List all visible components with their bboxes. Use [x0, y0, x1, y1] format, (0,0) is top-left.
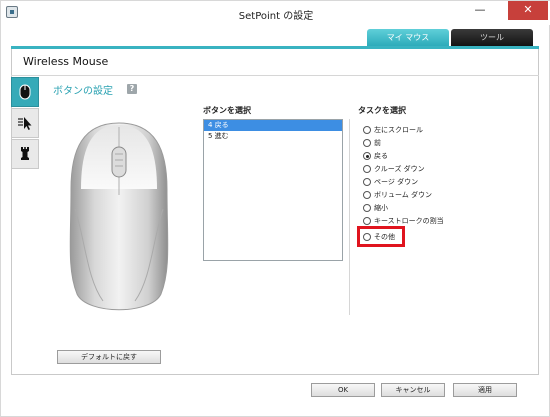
list-item-forward[interactable]: 5 進む: [204, 131, 342, 142]
title-bar[interactable]: SetPoint の設定 — ✕: [1, 1, 550, 25]
vtab-mouse-buttons[interactable]: [11, 77, 39, 107]
cancel-button[interactable]: キャンセル: [381, 383, 445, 397]
radio-icon[interactable]: [363, 139, 371, 147]
radio-icon[interactable]: [363, 165, 371, 173]
task-option-cruise-down[interactable]: クルーズ ダウン: [363, 163, 425, 175]
radio-checked-icon[interactable]: [363, 152, 371, 160]
task-option-volume-down[interactable]: ボリューム ダウン: [363, 189, 432, 201]
ok-button[interactable]: OK: [311, 383, 375, 397]
setpoint-window: SetPoint の設定 — ✕ マイ マウス ツール Wireless Mou…: [0, 0, 550, 417]
close-button[interactable]: ✕: [508, 1, 548, 20]
mouse-icon: [19, 84, 31, 100]
task-option-scroll-left[interactable]: 左にスクロール: [363, 124, 423, 136]
section-title: ボタンの設定: [53, 86, 113, 97]
task-option-back[interactable]: 戻る: [363, 150, 388, 162]
radio-icon[interactable]: [363, 204, 371, 212]
task-option-previous[interactable]: 前: [363, 137, 381, 149]
radio-icon[interactable]: [363, 126, 371, 134]
top-tab-strip: マイ マウス ツール: [11, 29, 541, 47]
tab-tools[interactable]: ツール: [451, 29, 533, 47]
tab-my-mouse[interactable]: マイ マウス: [367, 29, 449, 47]
button-select-list[interactable]: 4 戻る 5 進む: [203, 119, 343, 261]
device-separator: [11, 75, 539, 76]
help-icon[interactable]: ?: [127, 84, 137, 94]
task-option-page-down[interactable]: ページ ダウン: [363, 176, 418, 188]
radio-icon[interactable]: [363, 217, 371, 225]
pointer-speed-icon: [18, 117, 32, 130]
highlight-box: [357, 226, 405, 247]
task-option-zoom-out[interactable]: 縮小: [363, 202, 388, 214]
game-piece-icon: [21, 147, 29, 160]
device-name: Wireless Mouse: [23, 55, 109, 68]
task-select-label: タスクを選択: [358, 106, 406, 115]
vtab-pointer[interactable]: [11, 108, 39, 138]
list-item-back[interactable]: 4 戻る: [204, 120, 342, 131]
column-separator: [349, 119, 350, 315]
restore-default-button[interactable]: デフォルトに戻す: [57, 350, 161, 364]
radio-icon[interactable]: [363, 191, 371, 199]
mouse-image: [69, 122, 169, 311]
radio-icon[interactable]: [363, 178, 371, 186]
vtab-game[interactable]: [11, 139, 39, 169]
window-title: SetPoint の設定: [238, 11, 314, 22]
button-select-label: ボタンを選択: [203, 106, 251, 115]
apply-button[interactable]: 適用: [453, 383, 517, 397]
minimize-button[interactable]: —: [470, 4, 490, 19]
